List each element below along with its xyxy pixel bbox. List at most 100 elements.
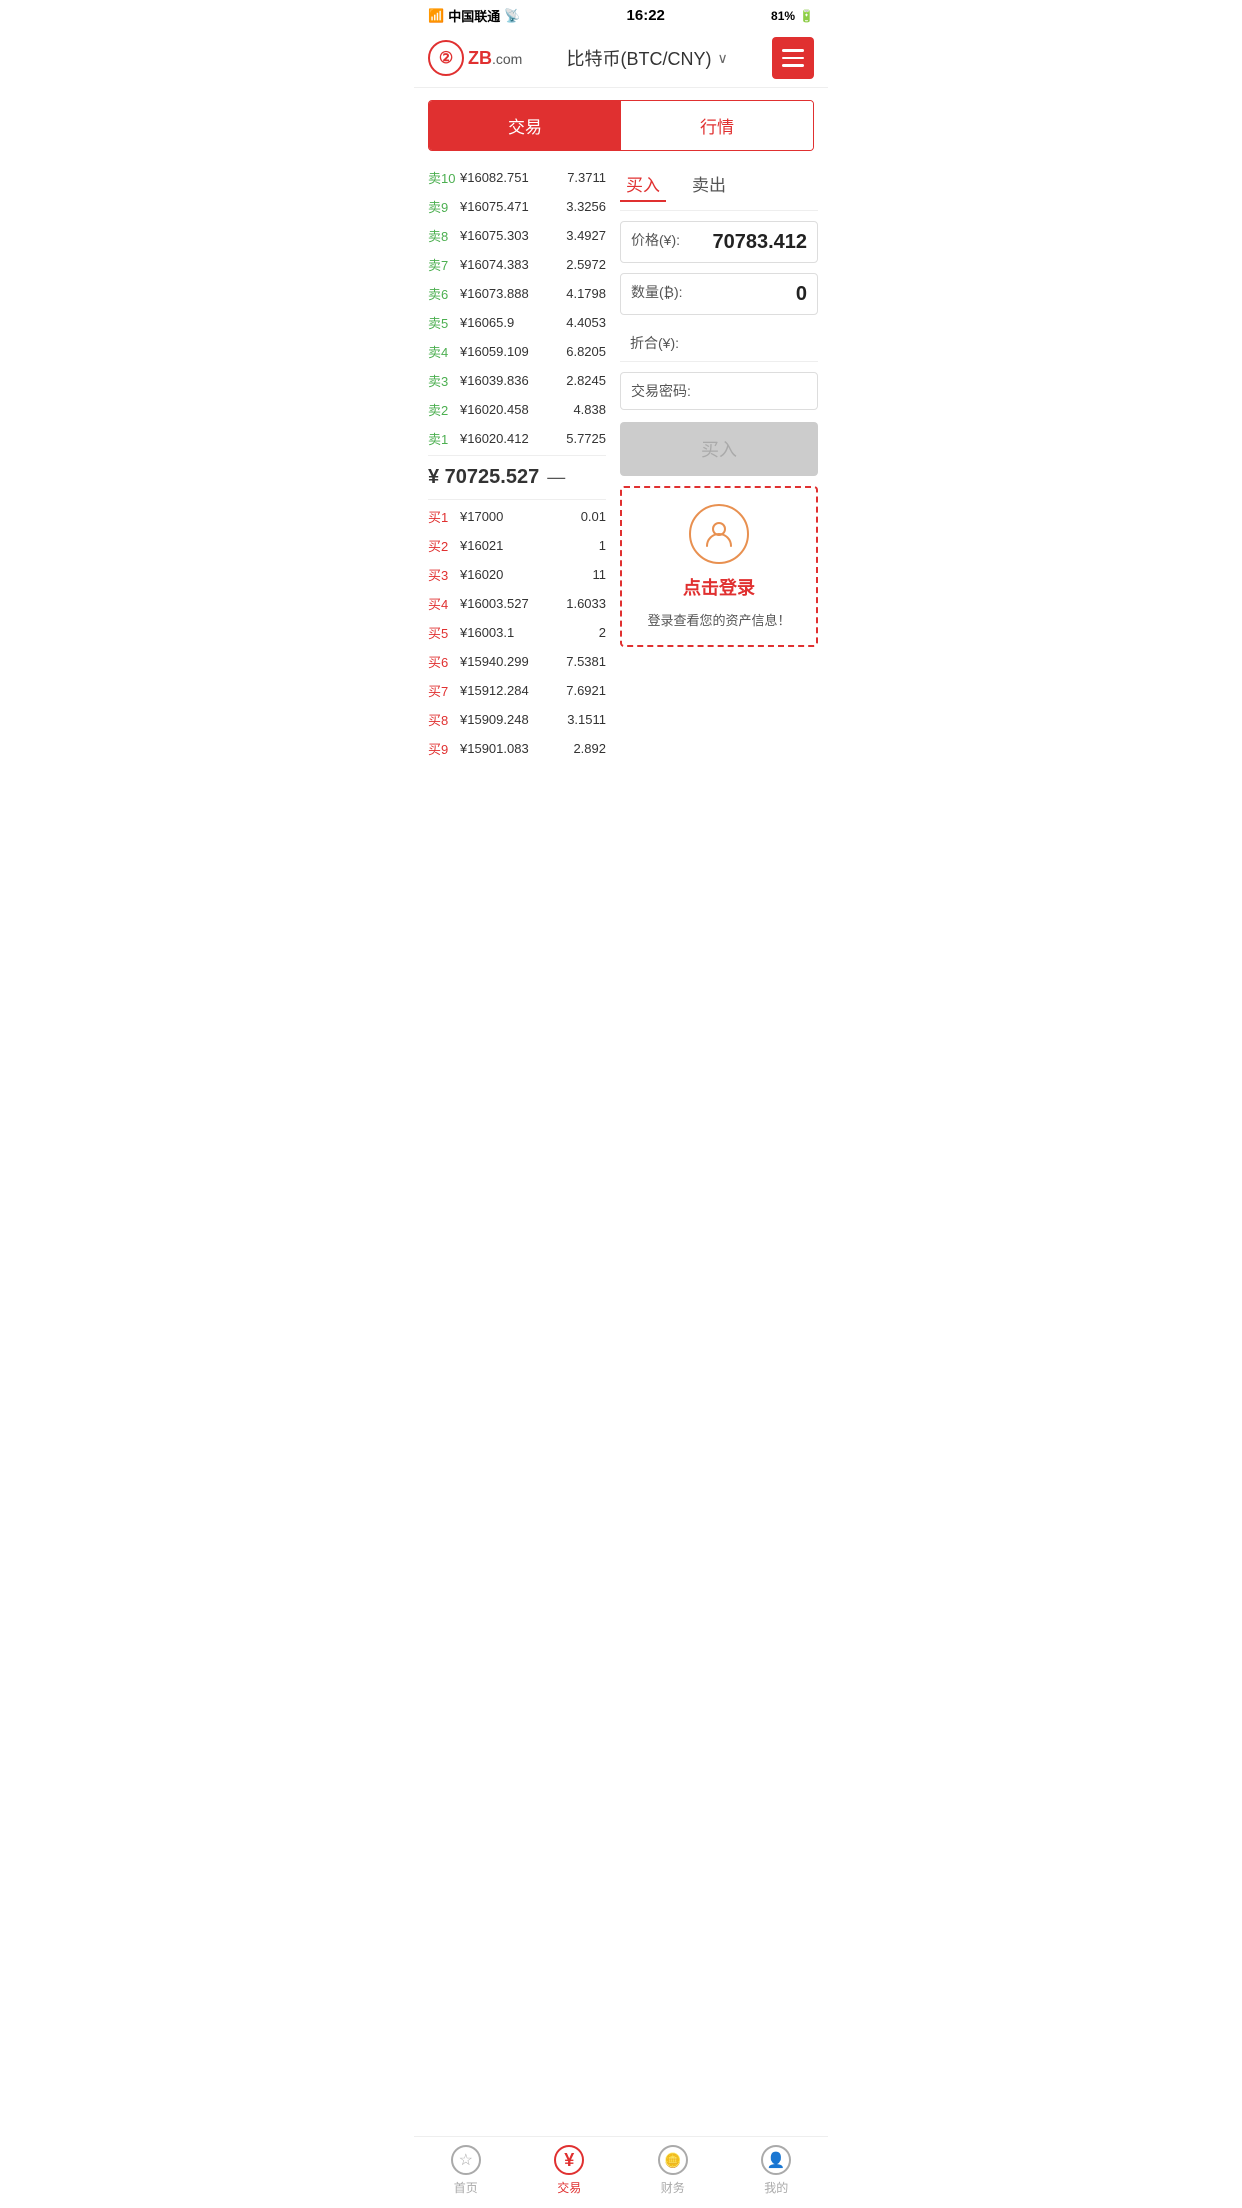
trade-label: 交易 — [557, 2179, 581, 2196]
sell-order-row[interactable]: 卖9 ¥16075.471 3.3256 — [428, 192, 606, 221]
buy-price: ¥16003.1 — [460, 625, 599, 640]
sell-price: ¥16020.458 — [460, 402, 573, 417]
current-price-value: ¥ 70725.527 — [428, 466, 539, 489]
buy-tab[interactable]: 买入 — [620, 167, 666, 202]
sell-qty: 7.3711 — [567, 170, 606, 185]
buy-label: 买3 — [428, 565, 456, 584]
buy-price: ¥16021 — [460, 538, 599, 553]
password-field[interactable]: 交易密码: — [620, 372, 818, 410]
status-time: 16:22 — [627, 7, 665, 24]
sell-order-row[interactable]: 卖5 ¥16065.9 4.4053 — [428, 308, 606, 337]
buy-price: ¥16003.527 — [460, 596, 566, 611]
tab-market[interactable]: 行情 — [621, 101, 813, 150]
sell-label: 卖10 — [428, 168, 456, 187]
buy-price: ¥16020 — [460, 567, 593, 582]
carrier: 中国联通 — [448, 6, 500, 25]
logo-icon: ② — [428, 40, 464, 76]
dropdown-arrow-icon[interactable]: ∨ — [718, 50, 728, 67]
sell-price: ¥16082.751 — [460, 170, 567, 185]
buy-label: 买2 — [428, 536, 456, 555]
buy-label: 买5 — [428, 623, 456, 642]
sell-order-row[interactable]: 卖4 ¥16059.109 6.8205 — [428, 337, 606, 366]
sell-orders: 卖10 ¥16082.751 7.3711 卖9 ¥16075.471 3.32… — [428, 163, 606, 453]
buy-order-row[interactable]: 买8 ¥15909.248 3.1511 — [428, 705, 606, 734]
nav-home[interactable]: ☆ 首页 — [414, 2145, 518, 2196]
price-label: 价格(¥): — [631, 230, 680, 250]
sell-price: ¥16020.412 — [460, 431, 566, 446]
sell-qty: 4.4053 — [566, 315, 606, 330]
header: ② ZB.com 比特币(BTC/CNY) ∨ — [414, 29, 828, 88]
main-tab-bar: 交易 行情 — [428, 100, 814, 151]
sell-label: 卖3 — [428, 371, 456, 390]
buy-order-row[interactable]: 买2 ¥16021 1 — [428, 531, 606, 560]
buy-order-row[interactable]: 买5 ¥16003.1 2 — [428, 618, 606, 647]
bottom-nav: ☆ 首页 ¥ 交易 🪙 财务 👤 我的 — [414, 2136, 828, 2208]
status-bar: 📶 中国联通 📡 16:22 81% 🔋 — [414, 0, 828, 29]
nav-finance[interactable]: 🪙 财务 — [621, 2145, 725, 2196]
sell-order-row[interactable]: 卖10 ¥16082.751 7.3711 — [428, 163, 606, 192]
finance-label: 财务 — [661, 2179, 685, 2196]
buy-label: 买6 — [428, 652, 456, 671]
buy-order-row[interactable]: 买1 ¥17000 0.01 — [428, 502, 606, 531]
menu-button[interactable] — [772, 37, 814, 79]
sell-price: ¥16074.383 — [460, 257, 566, 272]
sell-qty: 4.1798 — [566, 286, 606, 301]
battery-percent: 81% — [771, 9, 795, 23]
buy-qty: 7.5381 — [566, 654, 606, 669]
sell-label: 卖6 — [428, 284, 456, 303]
sell-order-row[interactable]: 卖1 ¥16020.412 5.7725 — [428, 424, 606, 453]
login-desc: 登录查看您的资产信息！ — [647, 610, 790, 629]
total-divider — [620, 361, 818, 362]
logo: ② ZB.com — [428, 40, 522, 76]
sell-tab[interactable]: 卖出 — [686, 167, 732, 202]
finance-icon: 🪙 — [658, 2145, 688, 2175]
nav-profile[interactable]: 👤 我的 — [725, 2145, 829, 2196]
buy-button[interactable]: 买入 — [620, 422, 818, 476]
order-book: 卖10 ¥16082.751 7.3711 卖9 ¥16075.471 3.32… — [414, 163, 614, 763]
buy-order-row[interactable]: 买6 ¥15940.299 7.5381 — [428, 647, 606, 676]
buy-order-row[interactable]: 买3 ¥16020 11 — [428, 560, 606, 589]
login-box[interactable]: 点击登录 登录查看您的资产信息！ — [620, 486, 818, 647]
sell-qty: 3.4927 — [566, 228, 606, 243]
home-label: 首页 — [454, 2179, 478, 2196]
nav-trade[interactable]: ¥ 交易 — [518, 2145, 622, 2196]
buy-qty: 3.1511 — [567, 712, 606, 727]
buy-order-row[interactable]: 买4 ¥16003.527 1.6033 — [428, 589, 606, 618]
buy-order-row[interactable]: 买7 ¥15912.284 7.6921 — [428, 676, 606, 705]
buy-label: 买9 — [428, 739, 456, 758]
password-label: 交易密码: — [631, 383, 691, 399]
menu-line-3 — [782, 64, 804, 67]
sell-qty: 3.3256 — [566, 199, 606, 214]
sell-price: ¥16059.109 — [460, 344, 566, 359]
sell-label: 卖4 — [428, 342, 456, 361]
qty-field[interactable]: 数量(₿): 0 — [620, 273, 818, 315]
trade-icon: ¥ — [554, 2145, 584, 2175]
sell-order-row[interactable]: 卖8 ¥16075.303 3.4927 — [428, 221, 606, 250]
buy-qty: 2 — [599, 625, 606, 640]
sell-price: ¥16075.303 — [460, 228, 566, 243]
buy-price: ¥15909.248 — [460, 712, 567, 727]
sell-order-row[interactable]: 卖7 ¥16074.383 2.5972 — [428, 250, 606, 279]
sell-qty: 2.5972 — [566, 257, 606, 272]
buy-order-row[interactable]: 买9 ¥15901.083 2.892 — [428, 734, 606, 763]
buy-price: ¥15901.083 — [460, 741, 573, 756]
buy-qty: 2.892 — [573, 741, 606, 756]
main-content: 卖10 ¥16082.751 7.3711 卖9 ¥16075.471 3.32… — [414, 163, 828, 763]
sell-label: 卖5 — [428, 313, 456, 332]
menu-line-2 — [782, 57, 804, 60]
pair-label: 比特币(BTC/CNY) — [567, 45, 712, 71]
home-icon: ☆ — [451, 2145, 481, 2175]
price-field[interactable]: 价格(¥): 70783.412 — [620, 221, 818, 263]
sell-order-row[interactable]: 卖6 ¥16073.888 4.1798 — [428, 279, 606, 308]
header-title[interactable]: 比特币(BTC/CNY) ∨ — [567, 45, 728, 71]
sell-order-row[interactable]: 卖3 ¥16039.836 2.8245 — [428, 366, 606, 395]
sell-label: 卖9 — [428, 197, 456, 216]
buy-orders: 买1 ¥17000 0.01 买2 ¥16021 1 买3 ¥16020 11 … — [428, 502, 606, 763]
sell-price: ¥16075.471 — [460, 199, 566, 214]
sell-order-row[interactable]: 卖2 ¥16020.458 4.838 — [428, 395, 606, 424]
sell-label: 卖7 — [428, 255, 456, 274]
price-direction-icon: — — [547, 467, 565, 488]
login-text[interactable]: 点击登录 — [683, 574, 755, 600]
profile-icon: 👤 — [761, 2145, 791, 2175]
tab-trade[interactable]: 交易 — [429, 101, 621, 150]
